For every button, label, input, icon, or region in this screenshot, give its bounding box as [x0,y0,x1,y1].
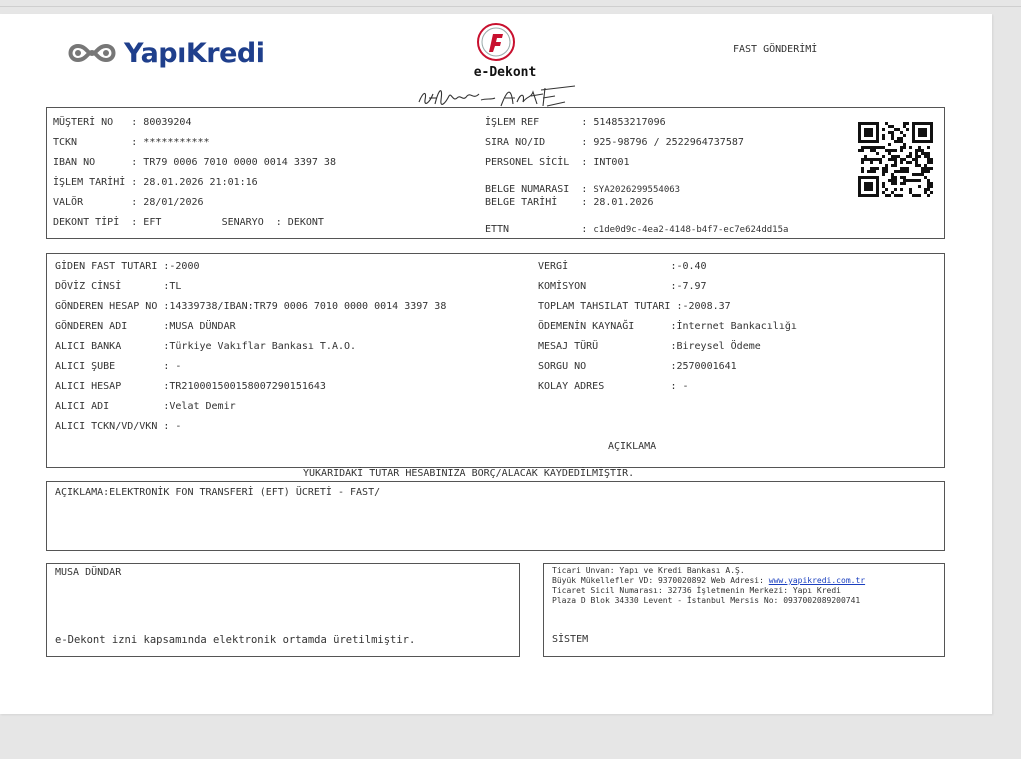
transfer-right-row: KOMİSYON :-7.97 [538,281,707,292]
system-label: SİSTEM [552,634,589,645]
transfer-right-row: SORGU NO :2570001641 [538,361,737,372]
bank-name: YapıKredi [124,37,265,69]
bank-website-link[interactable]: www.yapikredi.com.tr [769,576,865,585]
description-box: AÇIKLAMA:ELEKTRONİK FON TRANSFERİ (EFT) … [46,481,945,551]
transfer-left-row: GÖNDEREN ADI :MUSA DÜNDAR [55,321,236,332]
transfer-left-row: GİDEN FAST TUTARI :-2000 [55,261,200,272]
customer-info-box: MÜŞTERİ NO : 80039204 TCKN : ***********… [46,107,945,239]
ettn-label: ETTN : [485,224,594,235]
bank-title-line: Ticari Unvan: Yapı ve Kredi Bankası A.Ş. [552,566,745,575]
personel-sicil: PERSONEL SİCİL : INT001 [485,157,630,168]
belge-tarihi: BELGE TARİHİ : 28.01.2026 [485,197,654,208]
qr-code-icon [858,122,933,197]
transfer-left-row: ALICI TCKN/VD/VKN : - [55,421,182,432]
islem-tarihi: İŞLEM TARİHİ : 28.01.2026 21:01:16 [53,177,258,188]
belge-numarasi: BELGE NUMARASI : SYA2026299554063 [485,177,680,196]
bank-emblem-icon [477,23,515,61]
bank-address-line: Plaza D Blok 34330 Levent - İstanbul Mer… [552,596,861,605]
description-text: AÇIKLAMA:ELEKTRONİK FON TRANSFERİ (EFT) … [55,487,381,498]
transfer-left-row: DÖVİZ CİNSİ :TL [55,281,182,292]
ettn: ETTN : c1de0d9c-4ea2-4148-b4f7-ec7e624dd… [485,217,788,236]
sira-no: SIRA NO/ID : 925-98796 / 2522964737587 [485,137,744,148]
belge-numarasi-label: BELGE NUMARASI : [485,184,594,195]
transfer-left-row: ALICI HESAP :TR210001500158007290151643 [55,381,326,392]
islem-ref: İŞLEM REF : 514853217096 [485,117,666,128]
dekont-tipi: DEKONT TİPİ : EFT SENARYO : DEKONT [53,217,324,228]
transaction-title: FAST GÖNDERİMİ [733,44,818,55]
yapikredi-logo: YapıKredi [64,36,265,70]
transfer-right-row: MESAJ TÜRÜ :Bireysel Ödeme [538,341,761,352]
transfer-right-row: VERGİ :-0.40 [538,261,707,272]
transfer-left-row: ALICI BANKA :Türkiye Vakıflar Bankası T.… [55,341,357,352]
bank-tax-line: Büyük Mükellefler VD: 9370020892 Web Adr… [552,576,865,585]
tckn: TCKN : *********** [53,137,210,148]
bank-footer-box: Ticari Unvan: Yapı ve Kredi Bankası A.Ş.… [543,563,945,657]
belge-numarasi-value: SYA2026299554063 [593,185,681,195]
summary-line: YUKARIDAKİ TUTAR HESABINIZA BORÇ/ALACAK … [303,468,635,479]
bank-registry-line: Ticaret Sicil Numarası: 32736 İşletmenin… [552,586,841,595]
iban-no: IBAN NO : TR79 0006 7010 0000 0014 3397 … [53,157,336,168]
aciklama-heading: AÇIKLAMA [608,441,657,452]
transfer-right-row: ÖDEMENİN KAYNAĞI :İnternet Bankacılığı [538,321,797,332]
transfer-right-row: TOPLAM TAHSILAT TUTARI :-2008.37 [538,301,731,312]
top-separator [0,6,1021,7]
customer-name: MUSA DÜNDAR [55,567,122,578]
transfer-right-row: KOLAY ADRES : - [538,381,689,392]
receipt-page: YapıKredi e-Dekont FAST GÖNDERİMİ MÜŞTER… [0,14,992,714]
transfer-left-row: ALICI ŞUBE : - [55,361,182,372]
yapikredi-logo-icon [68,43,116,63]
bank-tax-text: Büyük Mükellefler VD: 9370020892 Web Adr… [552,576,769,585]
edekont-note: e-Dekont izni kapsamında elektronik orta… [55,634,416,646]
transfer-details-box: GİDEN FAST TUTARI :-2000 DÖVİZ CİNSİ :TL G… [46,253,945,468]
customer-footer-box: MUSA DÜNDAR e-Dekont izni kapsamında ele… [46,563,520,657]
transfer-left-row: ALICI ADI :Velat Demir [55,401,236,412]
ettn-value: c1de0d9c-4ea2-4148-b4f7-ec7e624dd15a [593,225,789,235]
valor: VALÖR : 28/01/2026 [53,197,204,208]
transfer-left-row: GÖNDEREN HESAP NO :14339738/IBAN:TR79 00… [55,301,447,312]
musteri-no: MÜŞTERİ NO : 80039204 [53,117,192,128]
